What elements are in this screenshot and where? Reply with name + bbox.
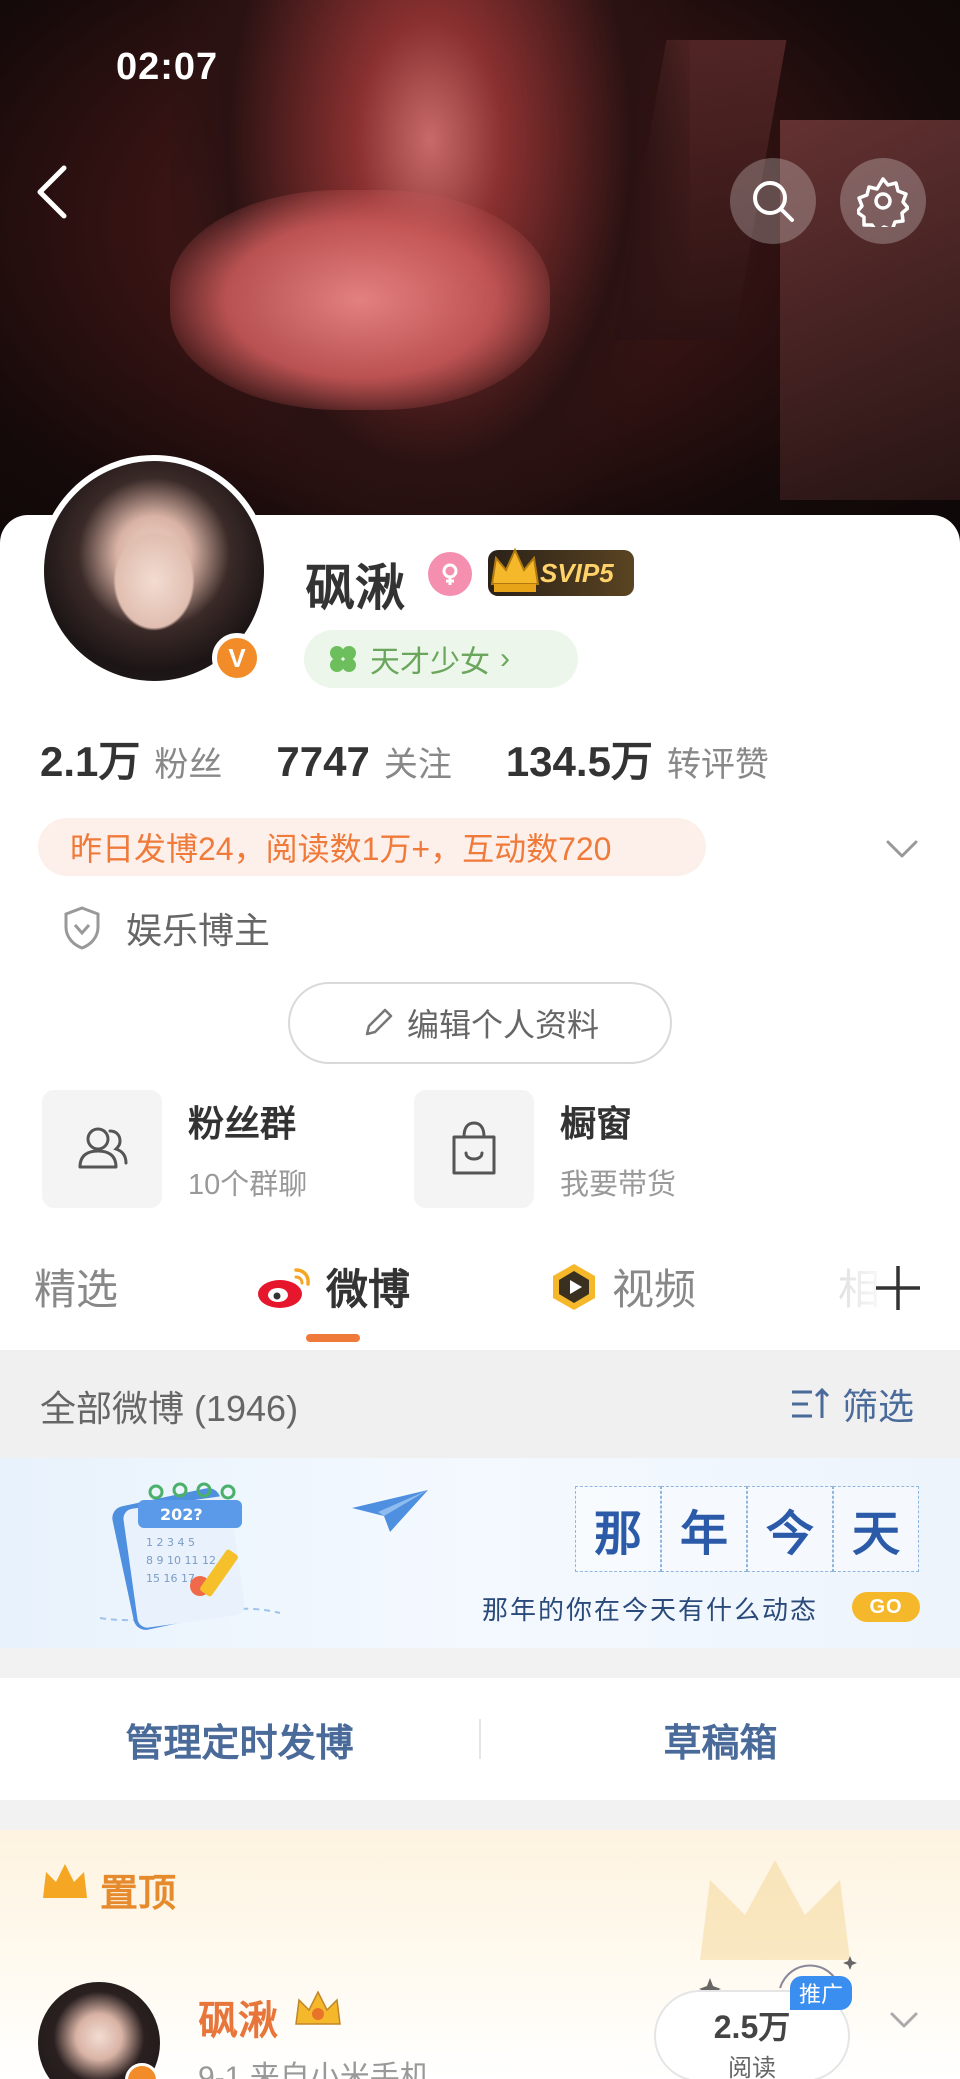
settings-button[interactable] xyxy=(840,158,926,244)
stat-number: 134.5万 xyxy=(505,738,653,785)
stat-label: 转评赞 xyxy=(666,746,769,784)
crown-icon xyxy=(490,547,540,592)
stat-label: 关注 xyxy=(383,746,452,784)
pinned-crown-icon xyxy=(43,1864,87,1898)
calendar-icon: 202? 1 2 3 4 5 8 9 10 11 12 15 16 17 xyxy=(100,1482,280,1630)
stat-label: 粉丝 xyxy=(154,746,223,784)
on-this-day-banner[interactable]: 202? 1 2 3 4 5 8 9 10 11 12 15 16 17 那 年 今… xyxy=(0,1458,960,1648)
tool-title: 粉丝群 xyxy=(188,1103,297,1144)
shield-icon xyxy=(64,906,100,950)
svip-label: SVIP5 xyxy=(540,557,614,588)
pencil-icon xyxy=(365,1008,393,1036)
calendar-year: 202? xyxy=(160,1505,203,1524)
profile-name: 砜湫 xyxy=(305,560,405,616)
search-button[interactable] xyxy=(730,158,816,244)
filter-button[interactable]: 筛选 xyxy=(788,1378,914,1430)
tool-subtitle: 10个群聊 xyxy=(188,1169,308,1201)
go-button[interactable]: GO xyxy=(852,1592,920,1622)
title-char: 今 xyxy=(747,1486,833,1572)
role-label: 娱乐博主 xyxy=(126,910,271,951)
profile-tag-label: 天才少女 xyxy=(370,646,490,679)
post-author-name[interactable]: 砜湫 xyxy=(198,1988,278,2046)
member-crown-icon xyxy=(295,1990,341,2025)
tool-fans-group[interactable]: 粉丝群 10个群聊 xyxy=(42,1090,307,1208)
shopping-bag-icon xyxy=(452,1121,496,1175)
stat-number: 7747 xyxy=(276,738,370,785)
tool-subtitle: 我要带货 xyxy=(560,1169,677,1201)
svg-text:8 9 10 11 12: 8 9 10 11 12 xyxy=(146,1554,216,1567)
tool-showcase[interactable]: 橱窗 我要带货 xyxy=(414,1090,676,1208)
tab-label: 微博 xyxy=(326,1266,411,1313)
profile-tag[interactable]: 天才少女 › xyxy=(304,630,578,688)
paper-plane-icon xyxy=(352,1490,428,1532)
edit-profile-button[interactable]: 编辑个人资料 xyxy=(288,982,672,1064)
stat-fans[interactable]: 2.1万 粉丝 xyxy=(40,728,222,789)
post-source: 9-1 来自小米手机 xyxy=(198,2061,430,2079)
status-time: 02:07 xyxy=(116,46,219,88)
stat-number: 2.1万 xyxy=(40,738,141,785)
female-gender-icon xyxy=(428,552,472,596)
stat-following[interactable]: 7747 关注 xyxy=(276,737,451,786)
filter-icon xyxy=(792,1387,830,1418)
title-char: 天 xyxy=(833,1486,919,1572)
drafts-button[interactable]: 草稿箱 xyxy=(481,1678,960,1800)
filter-label: 筛选 xyxy=(842,1386,915,1427)
post-actions-row: 管理定时发博 草稿箱 xyxy=(0,1678,960,1800)
search-icon xyxy=(753,181,794,222)
tab-label: 视频 xyxy=(612,1266,697,1313)
pinned-label: 置顶 xyxy=(100,1873,177,1915)
chevron-down-icon[interactable] xyxy=(880,826,924,870)
profile-tabs: 精选 微博 视频 相 xyxy=(0,1240,960,1350)
feed-filter-bar: 全部微博 (1946) 筛选 xyxy=(0,1350,960,1458)
edit-profile-label: 编辑个人资料 xyxy=(406,1007,599,1043)
pinned-post[interactable]: 置顶 砜湫 9-1 来自小米手机 2.5万 阅读 推广 xyxy=(0,1830,960,2079)
role-row[interactable]: 娱乐博主 xyxy=(62,902,270,954)
tab-video[interactable]: 视频 xyxy=(548,1256,696,1317)
verified-badge-icon: V xyxy=(212,633,262,683)
tab-weibo[interactable]: 微博 xyxy=(254,1256,410,1317)
chevron-down-icon[interactable] xyxy=(884,2000,924,2040)
back-button[interactable] xyxy=(20,160,84,224)
tool-title: 橱窗 xyxy=(560,1103,633,1144)
tool-icon-box xyxy=(414,1090,534,1208)
clover-icon xyxy=(330,646,356,672)
fans-group-icon xyxy=(78,1127,128,1169)
scheduled-posts-button[interactable]: 管理定时发博 xyxy=(0,1678,479,1800)
title-char: 年 xyxy=(661,1486,747,1572)
stat-interactions[interactable]: 134.5万 转评赞 xyxy=(506,728,769,789)
gear-icon xyxy=(857,177,909,227)
chevron-left-icon xyxy=(37,165,67,219)
weibo-logo-icon xyxy=(258,1267,310,1308)
plus-icon[interactable] xyxy=(870,1260,926,1316)
profile-stats: 2.1万 粉丝 7747 关注 134.5万 转评赞 xyxy=(40,728,823,789)
tool-icon-box xyxy=(42,1090,162,1208)
cover-hands xyxy=(170,190,550,410)
svip-badge[interactable]: SVIP5 xyxy=(488,547,634,596)
on-this-day-title: 那 年 今 天 xyxy=(575,1486,919,1572)
promote-tag[interactable]: 推广 xyxy=(790,1976,852,2010)
video-badge-icon xyxy=(553,1263,595,1310)
chevron-right-icon: › xyxy=(500,642,510,675)
all-posts-count: 全部微博 (1946) xyxy=(40,1388,299,1429)
active-tab-indicator xyxy=(306,1334,360,1342)
read-label: 阅读 xyxy=(728,2055,776,2079)
banner-subtitle: 那年的你在今天有什么动态 xyxy=(482,1596,819,1626)
svg-text:15 16 17: 15 16 17 xyxy=(146,1572,195,1585)
svg-text:1 2 3 4 5: 1 2 3 4 5 xyxy=(146,1536,195,1549)
tab-featured[interactable]: 精选 xyxy=(34,1256,118,1317)
activity-summary[interactable]: 昨日发博24，阅读数1万+，互动数720 xyxy=(38,818,706,876)
title-char: 那 xyxy=(575,1486,661,1572)
